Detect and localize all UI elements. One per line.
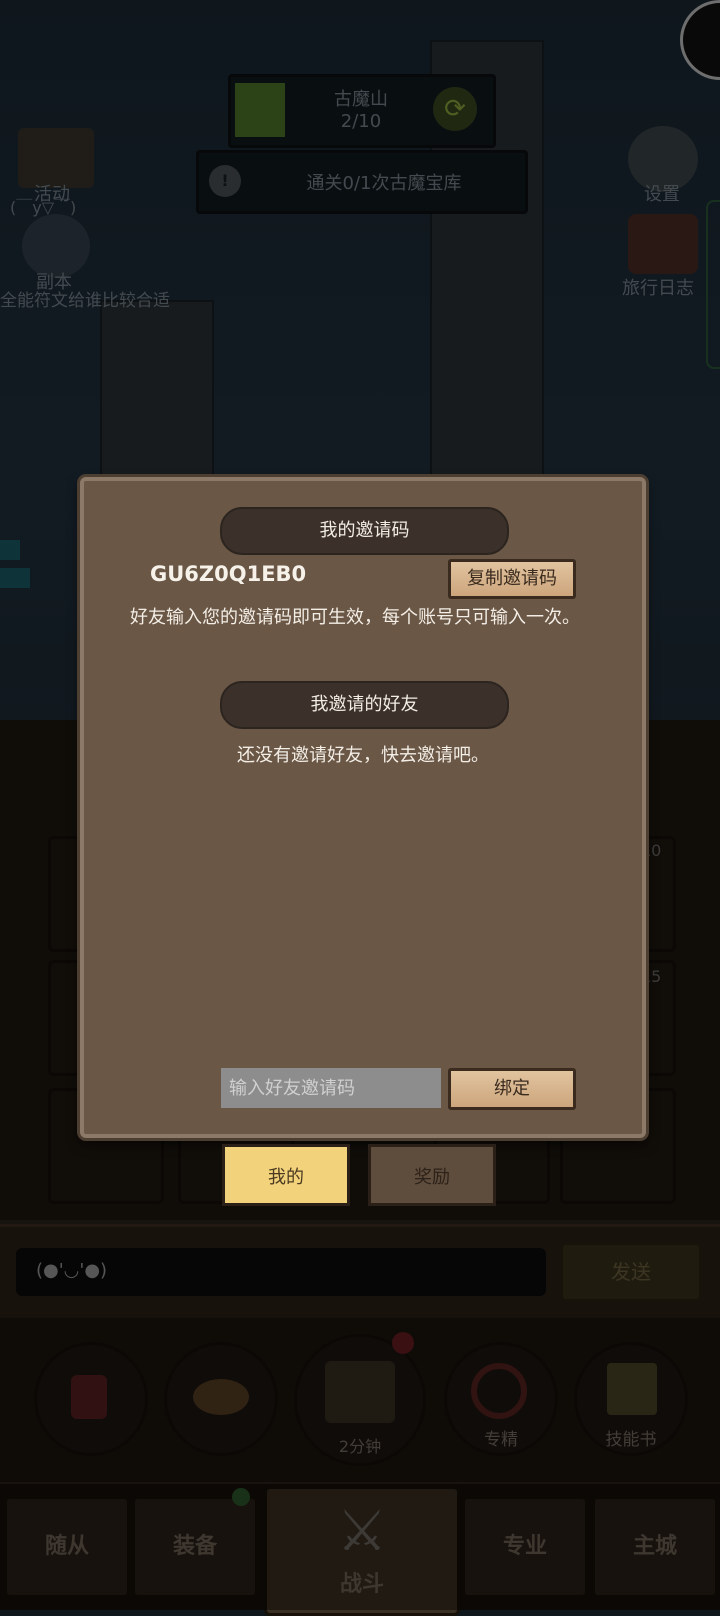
copy-invite-code-button[interactable]: 复制邀请码	[448, 559, 576, 599]
friend-invite-code-input[interactable]	[221, 1068, 441, 1108]
tab-mine[interactable]: 我的	[222, 1144, 350, 1206]
invite-code-note: 好友输入您的邀请码即可生效，每个账号只可输入一次。	[130, 607, 580, 628]
tab-rewards[interactable]: 奖励	[368, 1144, 496, 1206]
invited-friends-header: 我邀请的好友	[220, 681, 509, 729]
invite-code: GU6Z0Q1EB0	[150, 562, 307, 586]
no-friends-message: 还没有邀请好友，快去邀请吧。	[237, 745, 489, 766]
bind-button[interactable]: 绑定	[448, 1068, 576, 1110]
my-invite-code-header: 我的邀请码	[220, 507, 509, 555]
invite-dialog: 我的邀请码 GU6Z0Q1EB0 复制邀请码 好友输入您的邀请码即可生效，每个账…	[80, 477, 646, 1138]
